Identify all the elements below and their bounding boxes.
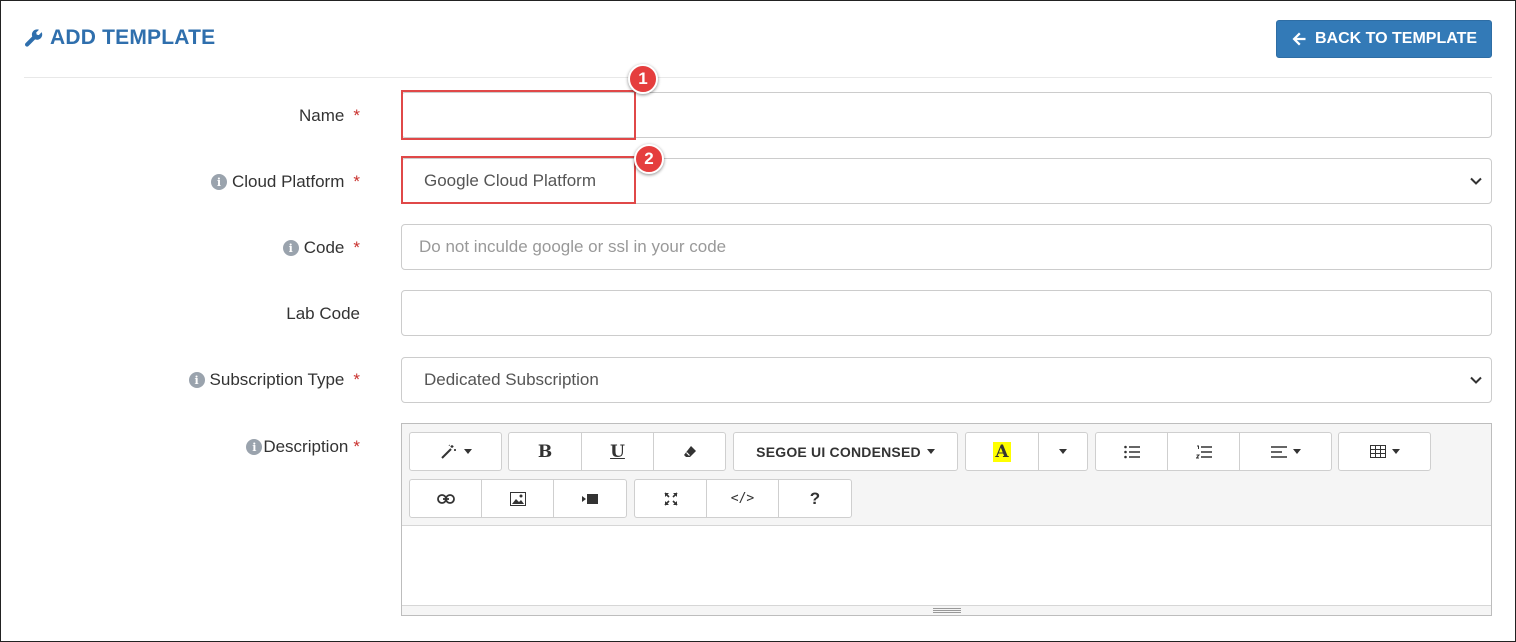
cloud-platform-label: i Cloud Platform * — [210, 172, 360, 192]
subscription-type-selected: Dedicated Subscription — [424, 370, 599, 389]
code-placeholder: Do not inculde google or ssl in your cod… — [419, 237, 727, 256]
clear-format-button[interactable] — [653, 432, 726, 471]
cloud-platform-selected: Google Cloud Platform — [424, 171, 596, 190]
caret-icon — [1391, 449, 1400, 454]
table-dropdown[interactable] — [1338, 432, 1431, 471]
video-icon — [582, 493, 598, 504]
required-marker: * — [353, 238, 360, 257]
annotation-badge-1: 1 — [628, 64, 658, 94]
caret-icon — [1292, 449, 1301, 454]
underline-icon: U — [610, 441, 625, 462]
info-icon: i — [188, 372, 205, 388]
image-icon — [509, 491, 526, 506]
description-textarea[interactable] — [402, 526, 1491, 606]
arrow-left-icon — [1292, 32, 1306, 46]
lab-code-input[interactable] — [401, 290, 1492, 336]
subscription-type-label: i Subscription Type * — [188, 370, 360, 390]
required-marker: * — [353, 370, 360, 389]
info-icon: i — [246, 439, 263, 455]
caret-icon — [1059, 449, 1067, 454]
description-label: i Description * — [246, 437, 360, 457]
align-icon — [1270, 445, 1287, 458]
style-group — [409, 432, 502, 471]
required-marker: * — [353, 106, 360, 125]
bullet-list-button[interactable] — [1095, 432, 1168, 471]
wrench-icon — [25, 29, 43, 47]
paragraph-group — [1095, 432, 1332, 471]
editor-resize-handle[interactable] — [402, 605, 1491, 615]
font-color-button[interactable]: A — [965, 432, 1039, 471]
video-button[interactable] — [553, 479, 627, 518]
bold-icon: B — [537, 441, 553, 462]
code-label: i Code * — [282, 238, 360, 258]
fullscreen-button[interactable] — [634, 479, 707, 518]
name-input[interactable] — [401, 92, 1492, 138]
numbered-list-icon — [1195, 445, 1212, 458]
insert-group — [409, 479, 627, 518]
bold-button[interactable]: B — [508, 432, 582, 471]
lab-code-label: Lab Code — [286, 304, 360, 323]
magic-icon — [440, 444, 456, 459]
eraser-icon — [683, 445, 696, 457]
color-group: A — [965, 432, 1088, 471]
caret-icon — [463, 449, 472, 454]
grip-icon — [932, 608, 961, 613]
page-header: ADD TEMPLATE BACK TO TEMPLATE — [24, 18, 1492, 78]
image-button[interactable] — [481, 479, 554, 518]
info-icon: i — [282, 240, 299, 256]
font-color-icon: A — [993, 441, 1011, 462]
style-button[interactable] — [409, 432, 502, 471]
back-to-template-label: BACK TO TEMPLATE — [1314, 30, 1478, 47]
font-name-label: SEGOE UI CONDENSED — [756, 443, 921, 460]
font-color-dropdown[interactable] — [1038, 432, 1088, 471]
description-editor: B U SEGOE UI CONDENSED A </> ? — [401, 423, 1492, 616]
help-button[interactable]: ? — [778, 479, 852, 518]
info-icon: i — [210, 174, 227, 190]
name-label: Name * — [299, 106, 360, 125]
annotation-badge-2: 2 — [634, 144, 664, 174]
align-dropdown[interactable] — [1239, 432, 1332, 471]
table-icon — [1369, 445, 1386, 458]
back-to-template-button[interactable]: BACK TO TEMPLATE — [1276, 20, 1492, 58]
fullscreen-icon — [663, 491, 678, 506]
help-icon: ? — [809, 488, 821, 508]
page-title: ADD TEMPLATE — [24, 26, 215, 50]
required-marker: * — [353, 437, 360, 456]
code-view-button[interactable]: </> — [706, 479, 779, 518]
bullet-list-icon — [1123, 445, 1140, 458]
cloud-platform-select[interactable]: Google Cloud Platform — [401, 158, 1492, 204]
link-icon — [436, 493, 455, 504]
view-group: </> ? — [634, 479, 852, 518]
link-button[interactable] — [409, 479, 482, 518]
required-marker: * — [353, 172, 360, 191]
table-group — [1338, 432, 1431, 471]
page-title-text: ADD TEMPLATE — [50, 26, 216, 49]
chevron-down-icon — [1470, 177, 1482, 185]
caret-icon — [926, 449, 935, 454]
font-name-dropdown[interactable]: SEGOE UI CONDENSED — [733, 432, 958, 471]
numbered-list-button[interactable] — [1167, 432, 1240, 471]
code-input[interactable]: Do not inculde google or ssl in your cod… — [401, 224, 1492, 270]
code-view-icon: </> — [730, 491, 755, 506]
editor-toolbar: B U SEGOE UI CONDENSED A </> ? — [402, 424, 1491, 526]
underline-button[interactable]: U — [581, 432, 654, 471]
font-style-group: B U — [508, 432, 726, 471]
font-name-group: SEGOE UI CONDENSED — [733, 432, 958, 471]
subscription-type-select[interactable]: Dedicated Subscription — [401, 357, 1492, 403]
chevron-down-icon — [1470, 376, 1482, 384]
